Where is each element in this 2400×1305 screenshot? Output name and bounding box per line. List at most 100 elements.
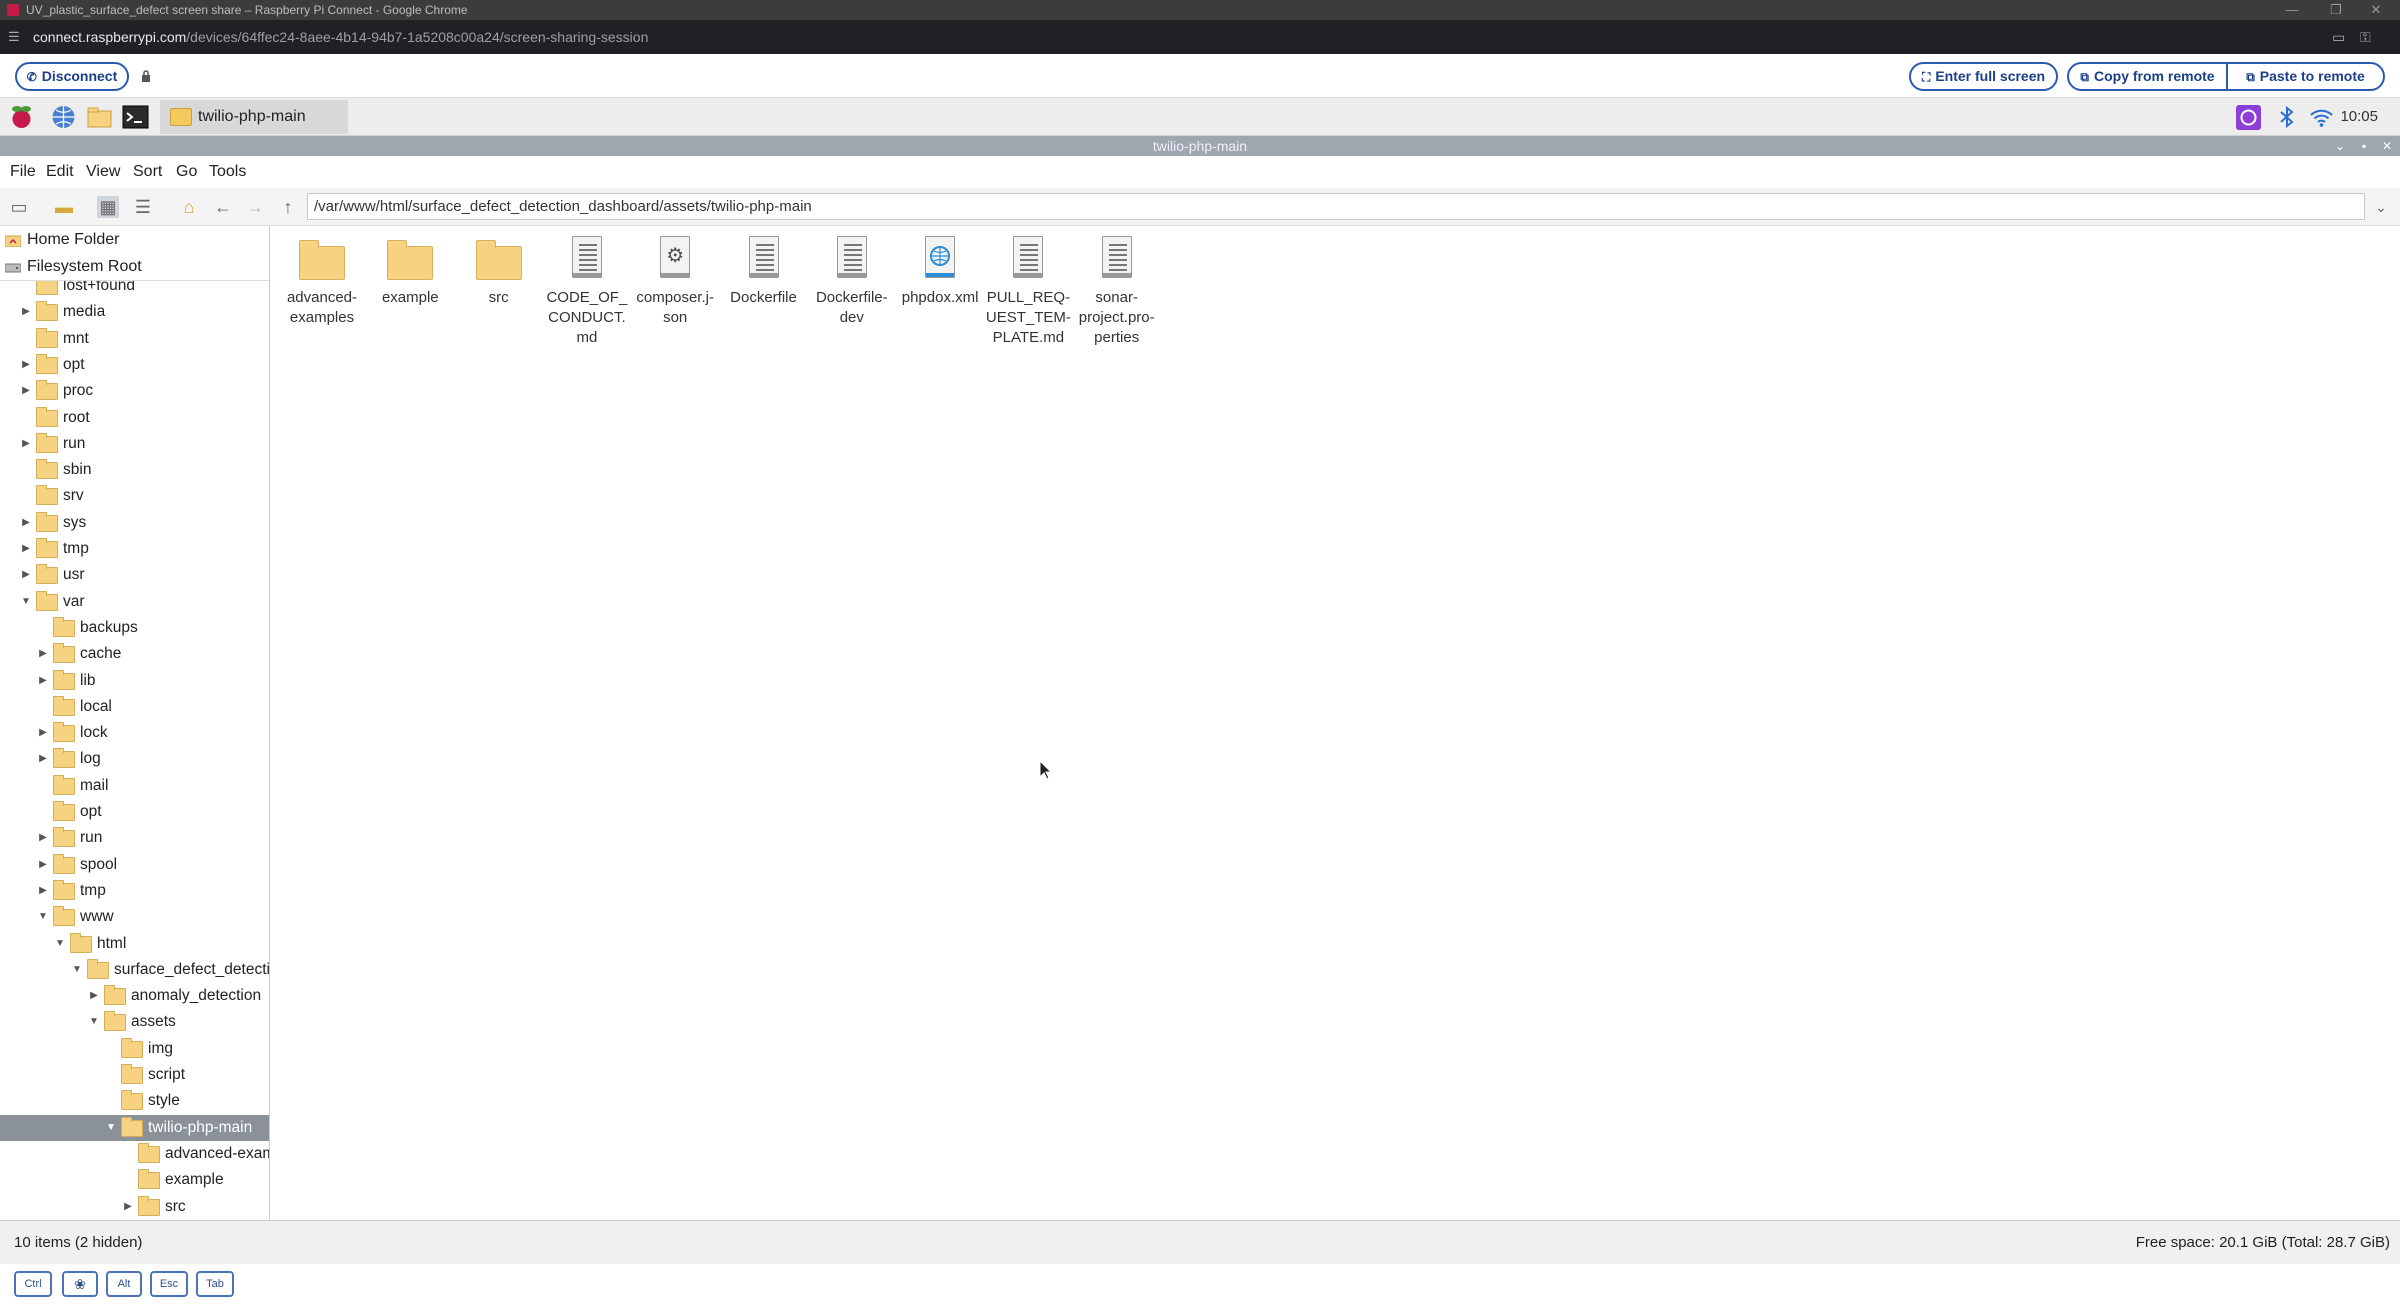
expand-triangle-icon[interactable]: ▶ <box>20 510 32 536</box>
tree-item-run[interactable]: ▶ run <box>0 825 269 851</box>
site-info-icon[interactable]: ☰ <box>8 20 20 54</box>
copy-from-remote-button[interactable]: ⧉ Copy from remote <box>2067 62 2228 91</box>
expand-triangle-icon[interactable]: ▶ <box>20 299 32 325</box>
file-item-example[interactable]: example <box>367 234 453 308</box>
tab-key-button[interactable]: Tab <box>196 1271 234 1297</box>
expand-triangle-icon[interactable]: ▶ <box>20 431 32 457</box>
window-close-icon[interactable]: ✕ <box>2378 136 2396 156</box>
tree-item-assets[interactable]: ▼ assets <box>0 1009 269 1035</box>
tree-item-opt[interactable]: opt <box>0 799 269 825</box>
tree-item-run[interactable]: ▶ run <box>0 431 269 457</box>
web-browser-icon[interactable] <box>50 104 77 130</box>
tree-item-mnt[interactable]: mnt <box>0 326 269 352</box>
directory-tree[interactable]: lost+found ▶ media mnt ▶ opt ▶ proc root ▶ run sbin… <box>0 280 269 1220</box>
expand-triangle-icon[interactable]: ▶ <box>88 983 100 1009</box>
bluetooth-icon[interactable] <box>2273 104 2300 130</box>
tree-item-media[interactable]: ▶ media <box>0 299 269 325</box>
tree-item-lib[interactable]: ▶ lib <box>0 668 269 694</box>
file-item-pull-req-uest-tem-plate-md[interactable]: PULL_REQ- UEST_TEM- PLATE.md <box>985 234 1071 348</box>
tree-item-style[interactable]: style <box>0 1088 269 1114</box>
password-key-icon[interactable]: ⚿ <box>2360 20 2371 54</box>
collapse-triangle-icon[interactable]: ▼ <box>37 904 49 930</box>
disconnect-button[interactable]: ✆ Disconnect <box>15 62 129 91</box>
collapse-triangle-icon[interactable]: ▼ <box>105 1115 117 1141</box>
places-home-folder[interactable]: Home Folder <box>0 227 269 253</box>
collapse-triangle-icon[interactable]: ▼ <box>88 1009 100 1035</box>
tree-item-cache[interactable]: ▶ cache <box>0 641 269 667</box>
tree-item-srv[interactable]: srv <box>0 483 269 509</box>
up-arrow-icon[interactable]: ↑ <box>277 196 299 218</box>
tree-item-log[interactable]: ▶ log <box>0 746 269 772</box>
file-item-src[interactable]: src <box>456 234 542 308</box>
expand-triangle-icon[interactable]: ▶ <box>37 746 49 772</box>
forward-arrow-icon[interactable]: → <box>244 196 266 218</box>
path-input[interactable] <box>307 193 2365 220</box>
minimize-icon[interactable]: — <box>2272 0 2312 20</box>
expand-triangle-icon[interactable]: ▶ <box>37 852 49 878</box>
tree-item-surface-defect-detection-dashboard[interactable]: ▼ surface_defect_detection_dashboard <box>0 957 269 983</box>
tree-item-sys[interactable]: ▶ sys <box>0 510 269 536</box>
path-history-chevron-down-icon[interactable]: ⌄ <box>2370 196 2392 218</box>
tree-item-mail[interactable]: mail <box>0 773 269 799</box>
menu-go[interactable]: Go <box>176 156 197 188</box>
tree-item-tmp[interactable]: ▶ tmp <box>0 878 269 904</box>
ctrl-key-button[interactable]: Ctrl <box>14 1271 52 1297</box>
tree-item-lock[interactable]: ▶ lock <box>0 720 269 746</box>
tree-item-html[interactable]: ▼ html <box>0 931 269 957</box>
esc-key-button[interactable]: Esc <box>150 1271 188 1297</box>
tree-item-tmp[interactable]: ▶ tmp <box>0 536 269 562</box>
file-item-advanced-examples[interactable]: advanced- examples <box>279 234 365 328</box>
file-item-dockerfile-dev[interactable]: Dockerfile- dev <box>809 234 895 328</box>
url-text[interactable]: connect.raspberrypi.com/devices/64ffec24… <box>33 20 648 54</box>
expand-triangle-icon[interactable]: ▶ <box>37 720 49 746</box>
paste-to-remote-button[interactable]: ⧉ Paste to remote <box>2226 62 2385 91</box>
file-manager-icon[interactable] <box>86 104 113 130</box>
expand-triangle-icon[interactable]: ▶ <box>20 378 32 404</box>
tree-item-anomaly-detection[interactable]: ▶ anomaly_detection <box>0 983 269 1009</box>
new-window-icon[interactable]: ▭ <box>8 196 30 218</box>
expand-triangle-icon[interactable]: ▶ <box>37 641 49 667</box>
tree-item-proc[interactable]: ▶ proc <box>0 378 269 404</box>
tree-item-opt[interactable]: ▶ opt <box>0 352 269 378</box>
tree-item-root[interactable]: root <box>0 405 269 431</box>
close-icon[interactable]: ✕ <box>2356 0 2396 20</box>
wifi-icon[interactable] <box>2308 104 2335 130</box>
menu-file[interactable]: File <box>10 156 36 188</box>
tree-item-src[interactable]: ▶ src <box>0 1194 269 1220</box>
tree-item-advanced-examples[interactable]: advanced-examples <box>0 1141 269 1167</box>
places-filesystem-root[interactable]: Filesystem Root <box>0 254 269 280</box>
tree-item-www[interactable]: ▼ www <box>0 904 269 930</box>
expand-triangle-icon[interactable]: ▶ <box>20 352 32 378</box>
expand-triangle-icon[interactable]: ▶ <box>122 1194 134 1220</box>
menu-view[interactable]: View <box>86 156 120 188</box>
file-item-composer-j-son[interactable]: ⚙ composer.j- son <box>632 234 718 328</box>
expand-triangle-icon[interactable]: ▶ <box>20 536 32 562</box>
address-bar[interactable]: ☰ connect.raspberrypi.com/devices/64ffec… <box>0 20 2400 54</box>
raspberry-key-button[interactable]: ❀ <box>62 1271 98 1297</box>
tree-item-usr[interactable]: ▶ usr <box>0 562 269 588</box>
tree-item-example[interactable]: example <box>0 1167 269 1193</box>
file-item-sonar-project-pro-perties[interactable]: sonar- project.pro- perties <box>1074 234 1160 348</box>
tree-item-twilio-php-main[interactable]: ▼ twilio-php-main <box>0 1114 269 1141</box>
raspberry-menu-icon[interactable] <box>8 104 35 130</box>
expand-triangle-icon[interactable]: ▶ <box>37 878 49 904</box>
collapse-triangle-icon[interactable]: ▼ <box>20 589 32 615</box>
tree-item-spool[interactable]: ▶ spool <box>0 852 269 878</box>
enter-full-screen-button[interactable]: ⛶ Enter full screen <box>1909 62 2058 91</box>
tree-item-local[interactable]: local <box>0 694 269 720</box>
file-item-phpdox-xml[interactable]: phpdox.xml <box>897 234 983 308</box>
expand-triangle-icon[interactable]: ▶ <box>37 668 49 694</box>
expand-triangle-icon[interactable]: ▶ <box>20 562 32 588</box>
home-icon[interactable]: ⌂ <box>178 196 200 218</box>
menu-tools[interactable]: Tools <box>209 156 246 188</box>
menu-edit[interactable]: Edit <box>46 156 74 188</box>
window-maximize-icon[interactable]: ▪ <box>2355 136 2373 156</box>
menu-sort[interactable]: Sort <box>133 156 162 188</box>
tree-item-sbin[interactable]: sbin <box>0 457 269 483</box>
alt-key-button[interactable]: Alt <box>106 1271 142 1297</box>
file-item-code-of-conduct-md[interactable]: CODE_OF_ CONDUCT. md <box>544 234 630 348</box>
window-minimize-icon[interactable]: ⌄ <box>2331 136 2349 156</box>
tree-item-img[interactable]: img <box>0 1036 269 1062</box>
collapse-triangle-icon[interactable]: ▼ <box>71 957 83 983</box>
tree-item-var[interactable]: ▼ var <box>0 589 269 615</box>
